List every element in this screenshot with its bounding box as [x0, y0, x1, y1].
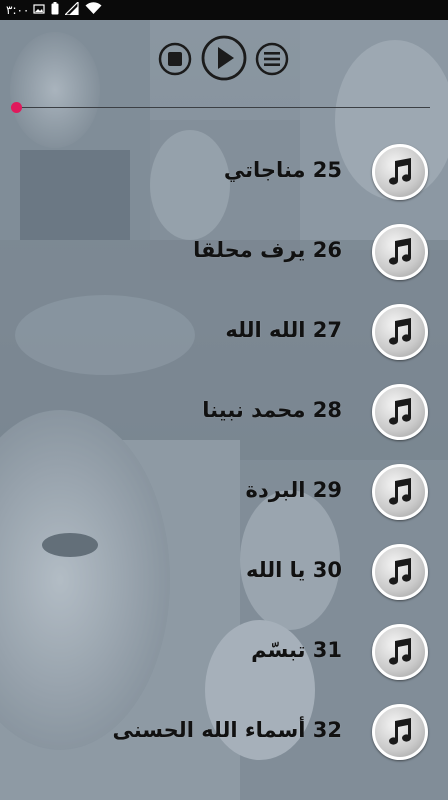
music-note-icon [389, 638, 411, 665]
track-title: 27 الله الله [225, 318, 342, 342]
status-time: ٣:٠٠ [6, 3, 30, 17]
track-item[interactable]: 28 محمد نبينا [0, 372, 448, 452]
track-title: 28 محمد نبينا [202, 398, 342, 422]
track-play-button[interactable] [372, 464, 428, 520]
track-item[interactable]: 32 أسماء الله الحسنى [0, 692, 448, 772]
track-play-button[interactable] [372, 304, 428, 360]
track-title: 26 يرف محلقا [193, 238, 342, 262]
seek-track [16, 107, 430, 108]
seek-thumb[interactable] [11, 102, 22, 113]
track-title: 25 مناجاتي [223, 158, 342, 182]
list-menu-icon [255, 42, 289, 76]
track-item[interactable]: 27 الله الله [0, 292, 448, 372]
track-play-button[interactable] [372, 224, 428, 280]
track-play-button[interactable] [372, 544, 428, 600]
music-note-icon [389, 558, 411, 585]
track-item[interactable]: 25 مناجاتي [0, 132, 448, 212]
track-item[interactable]: 30 يا الله [0, 532, 448, 612]
image-icon [33, 3, 45, 18]
seek-bar[interactable] [11, 102, 430, 113]
music-note-icon [389, 318, 411, 345]
track-item[interactable]: 29 البردة [0, 452, 448, 532]
track-title: 30 يا الله [245, 558, 342, 582]
track-title: 32 أسماء الله الحسنى [112, 718, 342, 742]
music-note-icon [389, 238, 411, 265]
track-play-button[interactable] [372, 624, 428, 680]
signal-icon [63, 0, 79, 18]
music-note-icon [389, 718, 411, 745]
player-controls [0, 34, 448, 86]
track-title: 31 تبسّم [251, 638, 342, 662]
battery-icon [51, 2, 59, 18]
status-bar: ٣:٠٠ [0, 0, 448, 20]
wifi-icon [85, 2, 102, 18]
track-play-button[interactable] [372, 704, 428, 760]
track-item[interactable]: 26 يرف محلقا [0, 212, 448, 292]
music-note-icon [389, 478, 411, 505]
track-play-button[interactable] [372, 384, 428, 440]
play-button[interactable] [201, 34, 247, 86]
music-note-icon [389, 398, 411, 425]
track-title: 29 البردة [245, 478, 342, 502]
track-item[interactable]: 31 تبسّم [0, 612, 448, 692]
music-note-icon [389, 158, 411, 185]
stop-button[interactable] [158, 42, 192, 80]
playlist-menu-button[interactable] [255, 42, 289, 80]
play-icon [201, 35, 247, 81]
track-play-button[interactable] [372, 144, 428, 200]
stop-icon [158, 42, 192, 76]
